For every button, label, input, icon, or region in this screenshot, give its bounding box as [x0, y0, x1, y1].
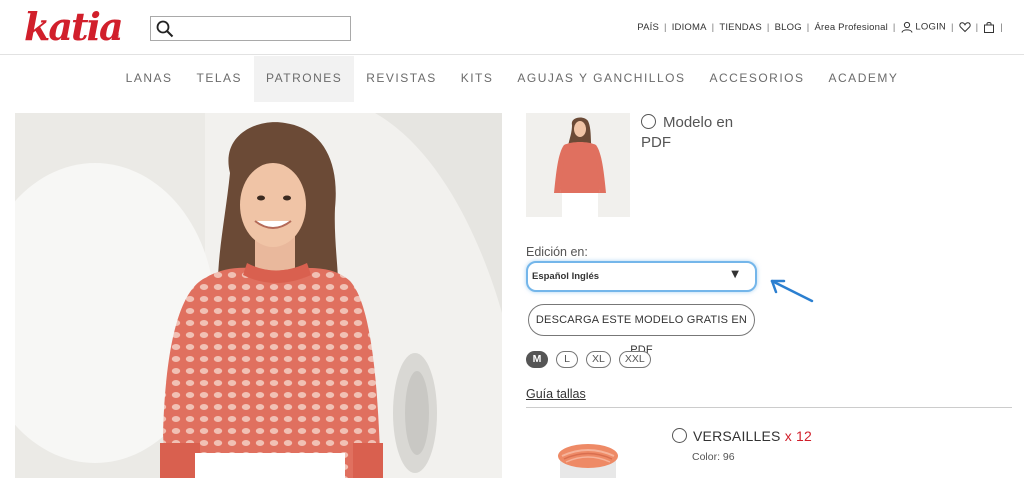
nav-item-academy[interactable]: ACADEMY [817, 56, 911, 102]
yarn-name: VERSAILLES x 12 [693, 428, 812, 444]
annotation-arrow [770, 279, 814, 303]
search-input[interactable] [179, 19, 344, 38]
search-icon[interactable] [156, 20, 174, 38]
model-thumbnail[interactable] [526, 113, 630, 217]
nav-item-revistas[interactable]: REVISTAS [354, 56, 448, 102]
download-pdf-button[interactable]: DESCARGA ESTE MODELO GRATIS EN PDF [528, 304, 755, 356]
size-option-l[interactable]: L [556, 351, 578, 368]
yarn-name-text: VERSAILLES [693, 428, 781, 444]
size-option-m[interactable]: M [526, 351, 548, 368]
login-label: LOGIN [915, 21, 946, 33]
user-icon [901, 21, 913, 33]
nav-item-patrones[interactable]: PATRONES [254, 56, 355, 102]
main-nav: LANAS TELAS PATRONES REVISTAS KITS AGUJA… [0, 56, 1024, 102]
size-option-xxl[interactable]: XXL [618, 351, 651, 368]
thumbnail-illustration [526, 113, 630, 217]
nav-item-agujas[interactable]: AGUJAS Y GANCHILLOS [505, 56, 697, 102]
edition-select-value: Español Inglés [532, 271, 600, 282]
yarn-ball-illustration [558, 444, 618, 478]
link-blog[interactable]: BLOG [775, 22, 802, 33]
yarn-image[interactable] [552, 444, 624, 478]
size-guide-link[interactable]: Guía tallas [526, 387, 586, 401]
model-pdf-label[interactable]: Modelo en PDF [641, 113, 761, 153]
nav-item-accesorios[interactable]: ACCESORIOS [698, 56, 817, 102]
logo-registered-mark: ® [113, 32, 120, 40]
edition-label: Edición en: [526, 245, 588, 259]
nav-item-lanas[interactable]: LANAS [114, 56, 185, 102]
search-box[interactable] [150, 16, 351, 41]
login-link[interactable]: LOGIN [901, 21, 946, 33]
nav-item-telas[interactable]: TELAS [185, 56, 255, 102]
model-photo-illustration [15, 113, 502, 478]
edition-select[interactable]: Español Inglés ▼ [526, 261, 757, 292]
divider [526, 407, 1012, 408]
heart-icon[interactable] [959, 21, 971, 33]
katia-logo[interactable]: katia ® [24, 6, 124, 48]
size-selector: M L XL XXL [526, 351, 651, 368]
link-area-profesional[interactable]: Área Profesional [814, 22, 887, 33]
yarn-color: Color: 96 [692, 451, 735, 463]
top-links: PAÍS | IDIOMA | TIENDAS | BLOG | Área Pr… [637, 21, 1003, 33]
nav-item-kits[interactable]: KITS [449, 56, 506, 102]
yarn-quantity: x 12 [784, 428, 812, 444]
site-header: katia ® PAÍS | IDIOMA | TIENDAS | BLOG |… [0, 0, 1024, 55]
yarn-radio[interactable] [672, 428, 687, 443]
logo-text: katia [24, 4, 124, 49]
size-option-xl[interactable]: XL [586, 351, 611, 368]
link-idioma[interactable]: IDIOMA [672, 22, 707, 33]
bag-icon[interactable] [983, 21, 995, 33]
product-photo[interactable] [15, 113, 502, 478]
link-tiendas[interactable]: TIENDAS [719, 22, 762, 33]
link-pais[interactable]: PAÍS [637, 22, 659, 33]
chevron-down-icon: ▼ [731, 269, 739, 280]
